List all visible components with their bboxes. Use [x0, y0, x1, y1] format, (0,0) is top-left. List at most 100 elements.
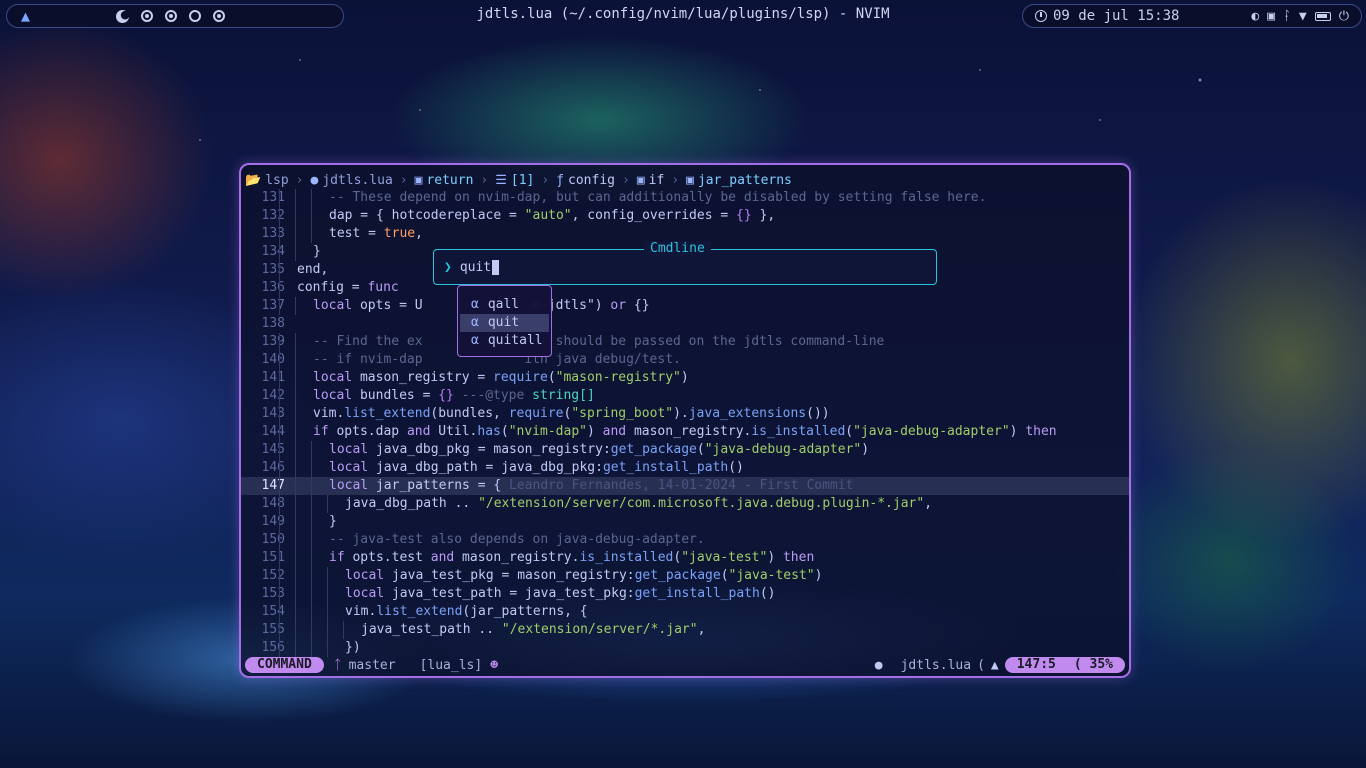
code-text: local bundles = {} ---@type string[]: [313, 388, 595, 403]
code-line[interactable]: 156}): [241, 639, 1129, 657]
cursor-position: 147:5: [1004, 657, 1066, 673]
line-number: 151: [261, 550, 285, 565]
code-line[interactable]: 132 dap = { hotcodereplace = "auto", conf…: [241, 207, 1129, 225]
code-line[interactable]: 149}: [241, 513, 1129, 531]
linux-icon: ▲: [990, 657, 999, 673]
code-line[interactable]: 147 local jar_patterns = { Leandro Fernan…: [241, 477, 1129, 495]
alpha-icon: α: [471, 297, 479, 312]
code-line[interactable]: 151 if opts.test and mason_registry.is_in…: [241, 549, 1129, 567]
code-text: dap = { hotcodereplace = "auto", config_…: [329, 208, 776, 223]
code-text: local java_dbg_pkg = mason_registry:get_…: [329, 442, 870, 457]
indent-guide: [295, 477, 296, 495]
completion-item[interactable]: α quit: [460, 314, 549, 332]
indent-guide: [279, 459, 280, 477]
clock-text: 09 de jul 15:38: [1053, 8, 1180, 24]
line-number: 133: [261, 226, 285, 241]
indent-guide: [279, 495, 280, 513]
code-line[interactable]: 139 -- Find the ex hat should be passed o…: [241, 333, 1129, 351]
cmdline-popup[interactable]: Cmdline ❯ quit: [433, 241, 937, 285]
breadcrumb-item[interactable]: jar_patterns: [698, 173, 792, 188]
breadcrumb-item[interactable]: config: [568, 173, 615, 188]
code-line[interactable]: 150 -- java-test also depends on java-deb…: [241, 531, 1129, 549]
code-line[interactable]: 146 local java_dbg_path = java_dbg_pkg:ge…: [241, 459, 1129, 477]
indent-guide: [279, 567, 280, 585]
alpha-icon: α: [471, 315, 479, 330]
breadcrumb-item[interactable]: if: [649, 173, 665, 188]
code-line[interactable]: 154 vim.list_extend(jar_patterns, {: [241, 603, 1129, 621]
alpha-icon: α: [471, 333, 479, 348]
indent-guide: [295, 405, 296, 423]
folder-icon: 📂: [245, 172, 262, 188]
git-branch[interactable]: ᛏ master: [334, 658, 396, 673]
filename: jdtls.lua: [900, 657, 972, 673]
statusline: COMMAND ᛏ master [lua_ls] ☻ ● jdtls.lua (…: [245, 656, 1125, 674]
lua-file-icon: ●: [874, 657, 883, 673]
code-line[interactable]: 143 vim.list_extend(bundles, require("spr…: [241, 405, 1129, 423]
completion-item[interactable]: α qall: [460, 296, 549, 314]
line-number: 149: [261, 514, 285, 529]
git-branch-icon: ᛏ: [333, 657, 342, 673]
code-line[interactable]: 141 local mason_registry = require("mason…: [241, 369, 1129, 387]
clock[interactable]: 09 de jul 15:38: [1035, 8, 1179, 24]
line-number: 136: [261, 280, 285, 295]
cmdline-input[interactable]: quit: [460, 260, 491, 275]
code-line[interactable]: 148 java_dbg_path .. "/extension/server/c…: [241, 495, 1129, 513]
volume-icon[interactable]: ▣: [1267, 9, 1275, 24]
indent-guide: [295, 369, 296, 387]
chevron-right-icon: ›: [622, 172, 630, 188]
completion-item[interactable]: α quitall: [460, 332, 549, 350]
code-text: }: [313, 244, 321, 259]
code-line[interactable]: 145 local java_dbg_pkg = mason_registry:g…: [241, 441, 1129, 459]
wifi-icon[interactable]: ▼: [1299, 9, 1307, 24]
completion-item-label: quitall: [487, 333, 543, 348]
code-line[interactable]: 137 local opts = U m-jdtls") or {}: [241, 297, 1129, 315]
code-text: -- These depend on nvim-dap, but can add…: [329, 190, 987, 205]
code-line[interactable]: 144 if opts.dap and Util.has("nvim-dap") …: [241, 423, 1129, 441]
indent-guide: [327, 495, 328, 513]
code-line[interactable]: 155 java_test_path .. "/extension/server/…: [241, 621, 1129, 639]
breadcrumb-item[interactable]: [1]: [511, 173, 534, 188]
indent-guide: [279, 639, 280, 657]
code-text: config = func: [297, 280, 399, 295]
code-line[interactable]: 153 local java_test_path = java_test_pkg:…: [241, 585, 1129, 603]
breadcrumb-item[interactable]: jdtls.lua: [322, 173, 392, 188]
line-number: 155: [261, 622, 285, 637]
indent-guide: [311, 495, 312, 513]
bluetooth-icon[interactable]: ᛛ: [1283, 9, 1291, 24]
code-line[interactable]: 142 local bundles = {} ---@type string[]: [241, 387, 1129, 405]
code-text: test = true,: [329, 226, 423, 241]
code-text: }: [329, 514, 337, 529]
code-line[interactable]: 140 -- if nvim-dap ith java debug/test.: [241, 351, 1129, 369]
cmdline-title: Cmdline: [644, 241, 711, 257]
line-number: 148: [261, 496, 285, 511]
symbol-icon: ▣: [414, 172, 423, 188]
code-line[interactable]: 131 -- These depend on nvim-dap, but can …: [241, 189, 1129, 207]
completion-menu[interactable]: α qall α quit α quitall: [457, 285, 552, 357]
code-text: local mason_registry = require("mason-re…: [313, 370, 689, 385]
indent-guide: [327, 621, 328, 639]
battery-icon[interactable]: [1314, 11, 1331, 21]
code-text: -- Find the ex hat should be passed on t…: [313, 334, 885, 349]
indent-guide: [295, 459, 296, 477]
code-line[interactable]: 152 local java_test_pkg = mason_registry:…: [241, 567, 1129, 585]
indent-guide: [279, 513, 280, 531]
indent-guide: [279, 189, 280, 207]
line-number: 138: [261, 316, 285, 331]
indent-guide: [311, 477, 312, 495]
code-text: local jar_patterns = { Leandro Fernandes…: [329, 478, 854, 493]
indent-guide: [279, 531, 280, 549]
brightness-icon[interactable]: ◐: [1251, 9, 1259, 24]
line-number: 137: [261, 298, 285, 313]
indent-guide: [311, 603, 312, 621]
power-icon[interactable]: ⏻: [1339, 9, 1349, 24]
chevron-right-icon: ›: [541, 172, 550, 188]
chevron-right-icon: ›: [480, 172, 489, 188]
line-number: 135: [261, 262, 285, 277]
line-number: 153: [261, 586, 285, 601]
code-text: end,: [297, 262, 329, 277]
line-number: 147: [261, 478, 285, 493]
code-line[interactable]: 138: [241, 315, 1129, 333]
indent-guide: [279, 351, 280, 369]
breadcrumb-item[interactable]: lsp: [265, 173, 288, 188]
breadcrumb-item[interactable]: return: [426, 173, 473, 188]
